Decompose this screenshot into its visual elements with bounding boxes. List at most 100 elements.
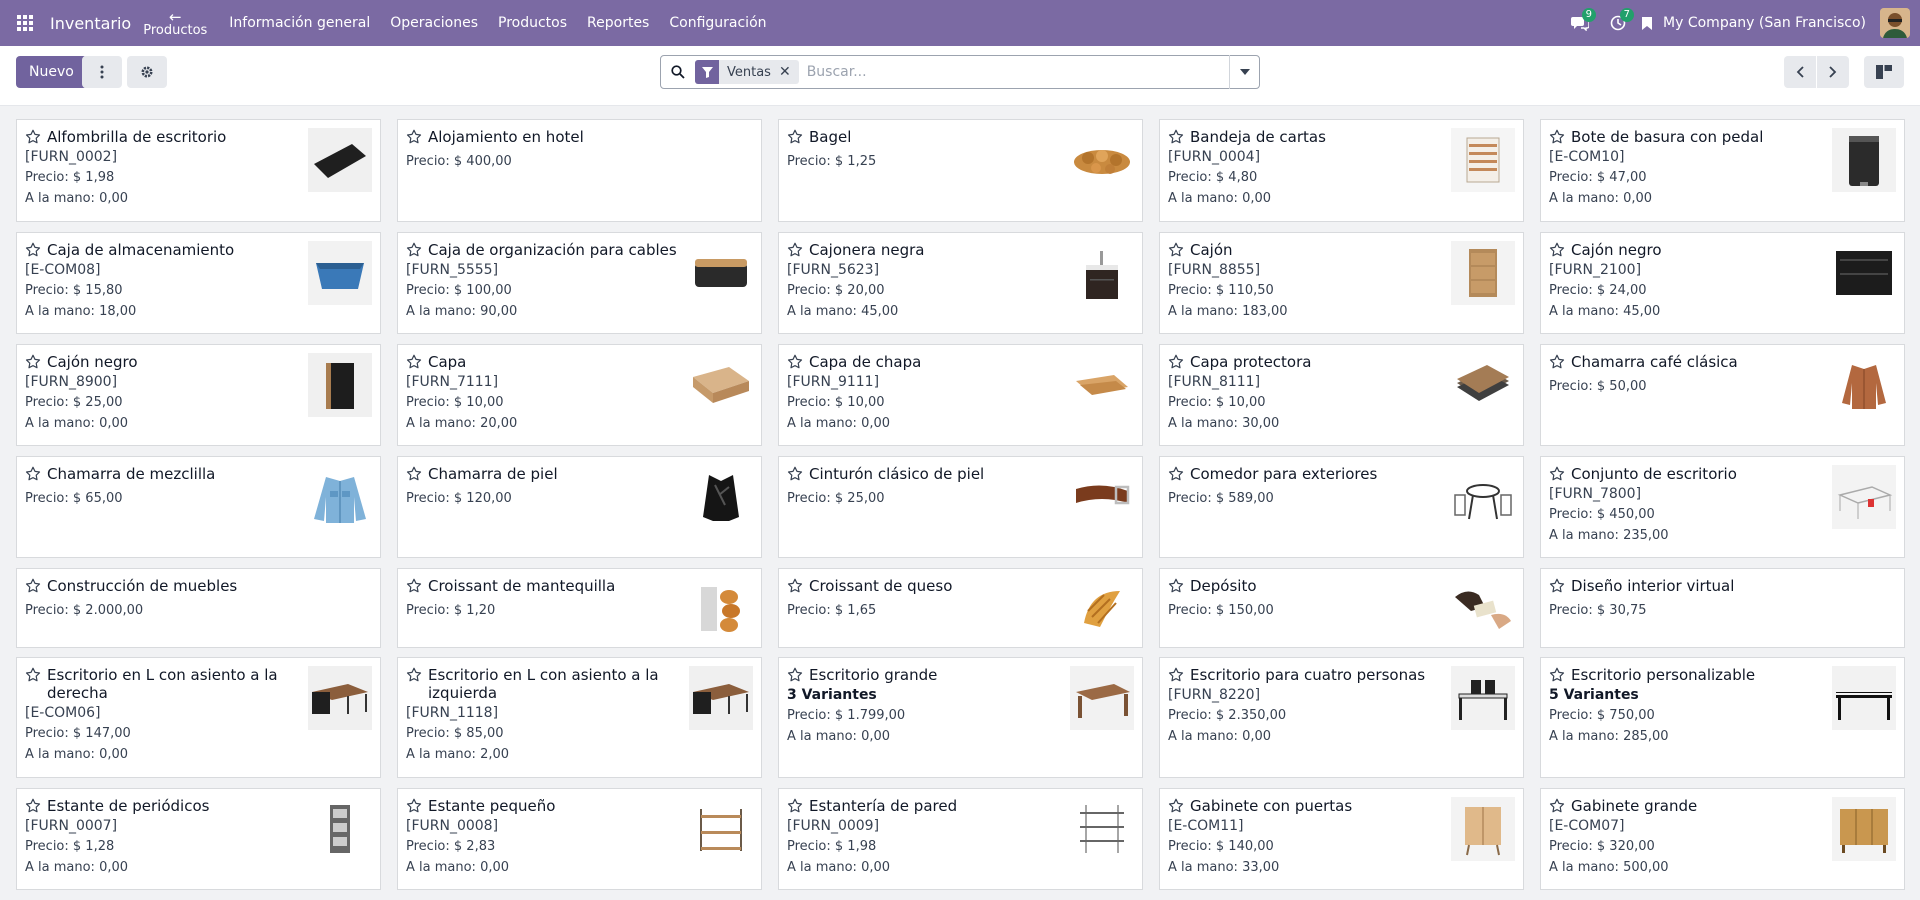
- product-card[interactable]: Caja de organización para cables [FURN_55…: [397, 232, 762, 334]
- user-avatar[interactable]: [1880, 8, 1910, 38]
- star-icon[interactable]: [1168, 667, 1184, 683]
- product-card[interactable]: Bote de basura con pedal [E-COM10] Precio:…: [1540, 119, 1905, 222]
- product-image: [1070, 797, 1134, 861]
- product-card[interactable]: Estantería de pared [FURN_0009] Precio: $ …: [778, 788, 1143, 890]
- star-icon[interactable]: [787, 667, 803, 683]
- facet-remove-icon[interactable]: ✕: [779, 64, 799, 80]
- settings-button[interactable]: [127, 56, 167, 88]
- star-icon[interactable]: [25, 129, 41, 145]
- product-card[interactable]: Caja de almacenamiento [E-COM08] Precio: $…: [16, 232, 381, 334]
- star-icon[interactable]: [25, 578, 41, 594]
- star-icon[interactable]: [1549, 242, 1565, 258]
- product-card[interactable]: Cajón negro [FURN_2100] Precio: $ 24,00 A l…: [1540, 232, 1905, 334]
- product-card[interactable]: Chamarra de piel Precio: $ 120,00: [397, 456, 762, 558]
- product-card[interactable]: Cajonera negra [FURN_5623] Precio: $ 20,00…: [778, 232, 1143, 334]
- product-on-hand: A la mano: 33,00: [1168, 860, 1280, 875]
- star-icon[interactable]: [1549, 129, 1565, 145]
- product-card[interactable]: Depósito Precio: $ 150,00: [1159, 568, 1524, 648]
- pager-previous-button[interactable]: [1784, 56, 1816, 88]
- product-card[interactable]: Cajón [FURN_8855] Precio: $ 110,50 A la man…: [1159, 232, 1524, 334]
- star-icon[interactable]: [406, 798, 422, 814]
- product-card[interactable]: Construcción de muebles Precio: $ 2.000,0…: [16, 568, 381, 648]
- star-icon[interactable]: [406, 129, 422, 145]
- product-card[interactable]: Cajón negro [FURN_8900] Precio: $ 25,00 A l…: [16, 344, 381, 446]
- product-card[interactable]: Cinturón clásico de piel Precio: $ 25,00: [778, 456, 1143, 558]
- messages-button[interactable]: 9: [1561, 0, 1599, 46]
- product-on-hand: A la mano: 0,00: [787, 729, 891, 744]
- menu-reportes[interactable]: Reportes: [577, 15, 659, 31]
- product-card[interactable]: Estante pequeño [FURN_0008] Precio: $ 2,83…: [397, 788, 762, 890]
- product-name: Caja de organización para cables: [428, 241, 677, 259]
- product-card[interactable]: Croissant de queso Precio: $ 1,65: [778, 568, 1143, 648]
- product-card[interactable]: Gabinete grande [E-COM07] Precio: $ 320,00…: [1540, 788, 1905, 890]
- product-card[interactable]: Escritorio grande 3 Variantes Precio: $ 1.…: [778, 657, 1143, 778]
- star-icon[interactable]: [1549, 667, 1565, 683]
- product-card[interactable]: Estante de periódicos [FURN_0007] Precio: …: [16, 788, 381, 890]
- actions-menu-button[interactable]: [82, 56, 122, 88]
- product-card[interactable]: Escritorio en L con asiento a la derecha…: [16, 657, 381, 778]
- menu-operaciones[interactable]: Operaciones: [380, 15, 488, 31]
- search-input[interactable]: [806, 64, 1229, 80]
- star-icon[interactable]: [787, 242, 803, 258]
- star-icon[interactable]: [787, 578, 803, 594]
- star-icon[interactable]: [787, 129, 803, 145]
- activities-button[interactable]: 7: [1599, 0, 1637, 46]
- star-icon[interactable]: [25, 667, 41, 683]
- star-icon[interactable]: [406, 667, 422, 683]
- star-icon[interactable]: [787, 466, 803, 482]
- product-card[interactable]: Capa de chapa [FURN_9111] Precio: $ 10,00 A…: [778, 344, 1143, 446]
- star-icon[interactable]: [1168, 354, 1184, 370]
- product-card[interactable]: Conjunto de escritorio [FURN_7800] Precio:…: [1540, 456, 1905, 558]
- star-icon[interactable]: [1168, 129, 1184, 145]
- star-icon[interactable]: [1549, 466, 1565, 482]
- menu-informacion-general[interactable]: Información general: [219, 15, 380, 31]
- star-icon[interactable]: [787, 798, 803, 814]
- star-icon[interactable]: [1168, 578, 1184, 594]
- star-icon[interactable]: [406, 466, 422, 482]
- pager-next-button[interactable]: [1817, 56, 1849, 88]
- star-icon[interactable]: [1549, 798, 1565, 814]
- product-card[interactable]: Diseño interior virtual Precio: $ 30,75: [1540, 568, 1905, 648]
- product-price: Precio: $ 400,00: [406, 154, 512, 169]
- app-brand[interactable]: Inventario: [50, 14, 131, 33]
- product-card[interactable]: Escritorio para cuatro personas [FURN_822…: [1159, 657, 1524, 778]
- search-facet: Ventas ✕: [695, 60, 799, 84]
- star-icon[interactable]: [1549, 578, 1565, 594]
- menu-productos[interactable]: Productos: [488, 15, 577, 31]
- company-switcher[interactable]: My Company (San Francisco): [1641, 15, 1866, 31]
- product-card[interactable]: Chamarra café clásica Precio: $ 50,00: [1540, 344, 1905, 446]
- product-card[interactable]: Chamarra de mezclilla Precio: $ 65,00: [16, 456, 381, 558]
- product-card[interactable]: Alfombrilla de escritorio [FURN_0002] Prec…: [16, 119, 381, 222]
- back-breadcrumb[interactable]: ← Productos: [143, 8, 207, 38]
- product-card[interactable]: Bagel Precio: $ 1,25: [778, 119, 1143, 222]
- star-icon[interactable]: [1168, 798, 1184, 814]
- product-card[interactable]: Capa protectora [FURN_8111] Precio: $ 10,0…: [1159, 344, 1524, 446]
- apps-menu-icon[interactable]: [0, 0, 50, 46]
- chevron-right-icon: [1829, 66, 1837, 78]
- product-card[interactable]: Bandeja de cartas [FURN_0004] Precio: $ 4,…: [1159, 119, 1524, 222]
- search-icon[interactable]: [661, 65, 695, 79]
- kanban-view-button[interactable]: [1864, 56, 1904, 88]
- star-icon[interactable]: [406, 578, 422, 594]
- star-icon[interactable]: [25, 798, 41, 814]
- product-image: [689, 465, 753, 529]
- menu-configuracion[interactable]: Configuración: [659, 15, 776, 31]
- star-icon[interactable]: [25, 466, 41, 482]
- star-icon[interactable]: [406, 242, 422, 258]
- product-card[interactable]: Escritorio personalizable 5 Variantes Prec…: [1540, 657, 1905, 778]
- star-icon[interactable]: [25, 242, 41, 258]
- new-button[interactable]: Nuevo: [16, 56, 87, 88]
- product-card[interactable]: Croissant de mantequilla Precio: $ 1,20: [397, 568, 762, 648]
- search-options-toggle[interactable]: [1229, 55, 1259, 89]
- star-icon[interactable]: [1168, 242, 1184, 258]
- product-card[interactable]: Capa [FURN_7111] Precio: $ 10,00 A la mano:…: [397, 344, 762, 446]
- product-card[interactable]: Escritorio en L con asiento a la izquier…: [397, 657, 762, 778]
- star-icon[interactable]: [1168, 466, 1184, 482]
- star-icon[interactable]: [787, 354, 803, 370]
- product-card[interactable]: Alojamiento en hotel Precio: $ 400,00: [397, 119, 762, 222]
- star-icon[interactable]: [406, 354, 422, 370]
- product-card[interactable]: Comedor para exteriores Precio: $ 589,00: [1159, 456, 1524, 558]
- product-card[interactable]: Gabinete con puertas [E-COM11] Precio: $ 1…: [1159, 788, 1524, 890]
- star-icon[interactable]: [1549, 354, 1565, 370]
- star-icon[interactable]: [25, 354, 41, 370]
